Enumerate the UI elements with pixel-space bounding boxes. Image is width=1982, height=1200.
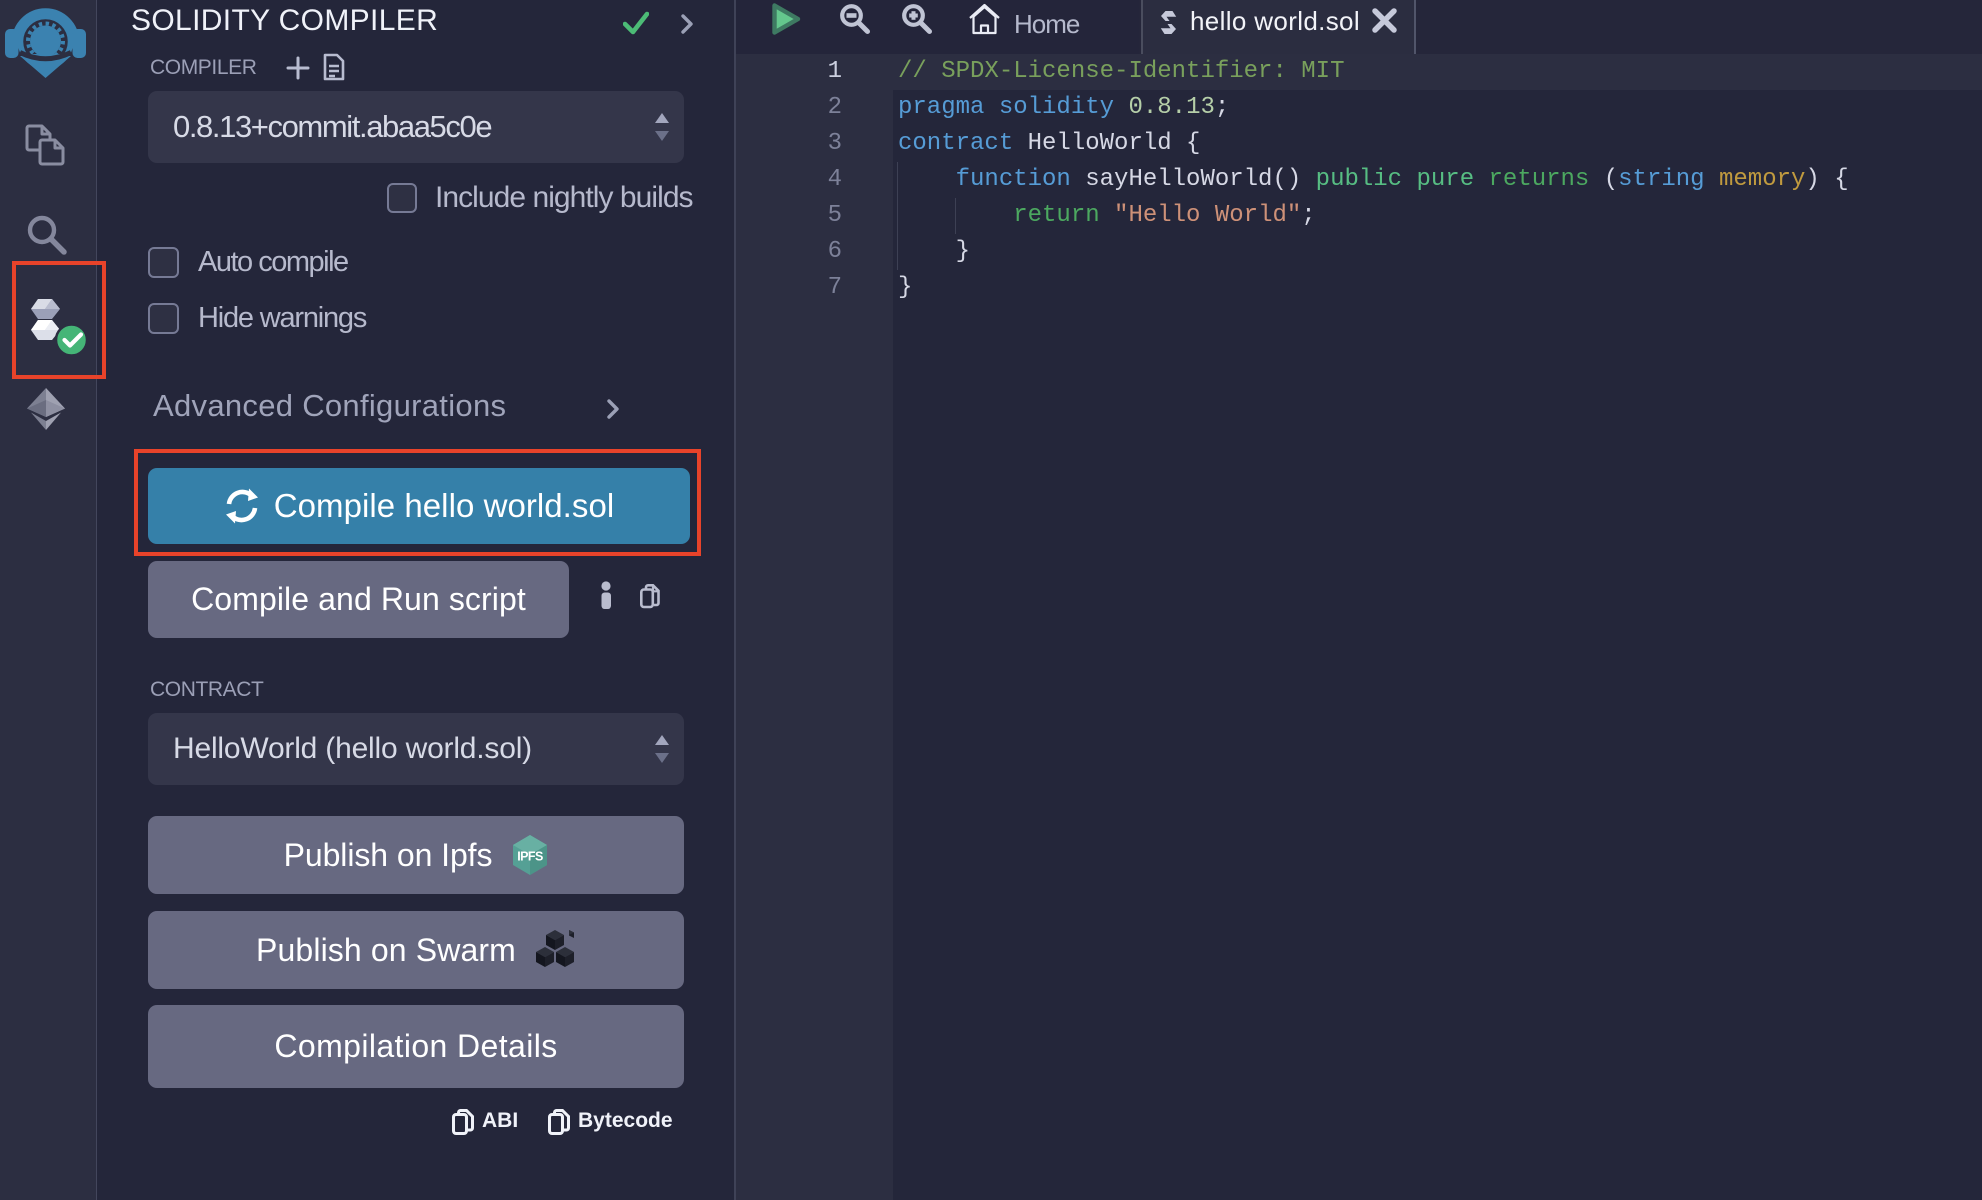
svg-text:IPFS: IPFS: [518, 850, 544, 864]
